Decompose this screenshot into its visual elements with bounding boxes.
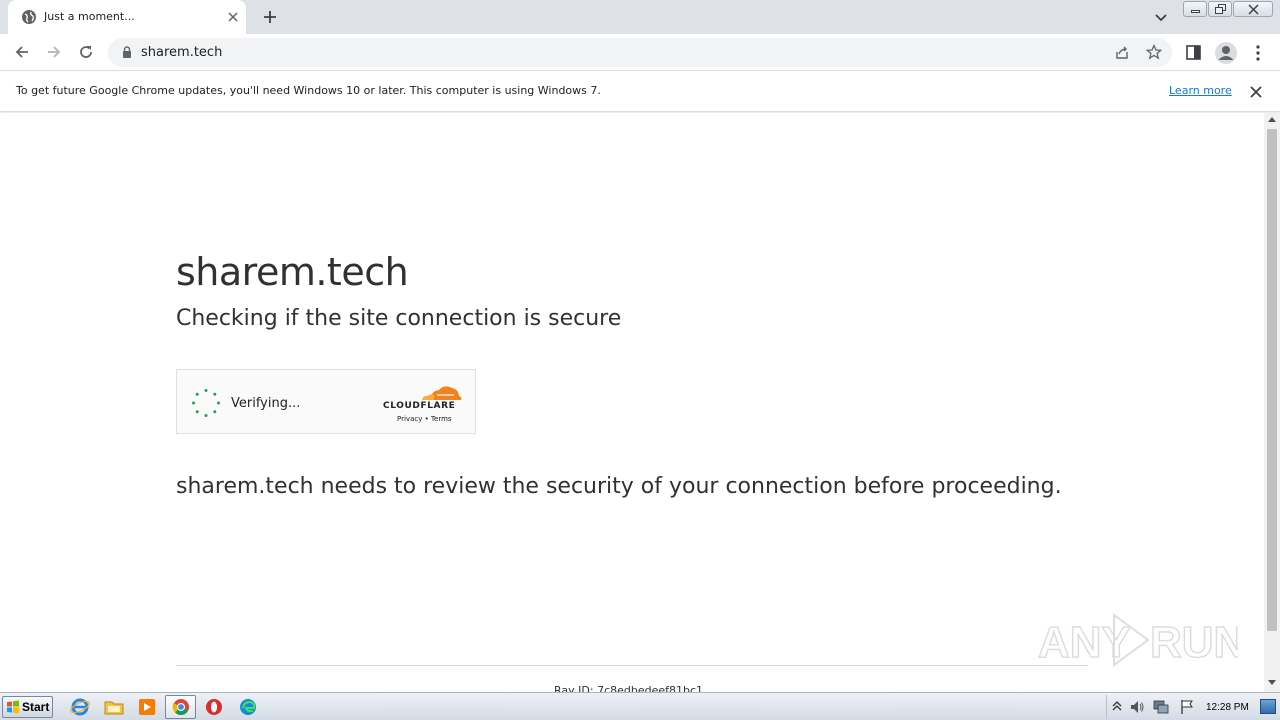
side-panel-icon[interactable]	[1185, 44, 1203, 62]
windows-taskbar: Start 12:28 PM	[0, 692, 1280, 720]
browser-toolbar: sharem.tech	[0, 34, 1280, 71]
share-icon[interactable]	[1114, 45, 1130, 61]
new-tab-icon[interactable]	[261, 8, 279, 26]
url-text: sharem.tech	[141, 45, 223, 60]
learn-more-link[interactable]: Learn more	[1169, 84, 1232, 97]
tab-active[interactable]: Just a moment...	[8, 0, 246, 34]
verifying-status: Verifying...	[231, 396, 301, 411]
address-bar[interactable]: sharem.tech	[108, 38, 1172, 67]
close-icon	[1248, 4, 1259, 15]
privacy-terms-links[interactable]: Privacy • Terms	[397, 415, 452, 423]
windows-flag-icon	[7, 700, 19, 714]
reload-icon[interactable]	[77, 43, 95, 61]
tray-expand-icon[interactable]	[1112, 700, 1122, 712]
tab-close-icon[interactable]	[226, 10, 240, 24]
footer-divider	[176, 665, 1088, 666]
update-infobar: To get future Google Chrome updates, you…	[0, 72, 1280, 112]
cloudflare-challenge-widget[interactable]: Verifying... CLOUDFLARE Privacy • Terms	[176, 369, 476, 434]
system-tray	[1106, 695, 1280, 719]
infobar-close-icon[interactable]	[1249, 85, 1263, 99]
start-label: Start	[22, 700, 50, 714]
svg-text:RUN: RUN	[1150, 618, 1238, 667]
volume-icon[interactable]	[1129, 699, 1145, 715]
chrome-icon	[172, 699, 189, 715]
internet-explorer-icon[interactable]	[69, 697, 91, 717]
infobar-message: To get future Google Chrome updates, you…	[16, 84, 601, 97]
scrollbar-thumb[interactable]	[1267, 129, 1277, 631]
page-content: sharem.tech Checking if the site connect…	[0, 113, 1264, 692]
minimize-button[interactable]	[1183, 1, 1207, 17]
tab-strip: Just a moment...	[0, 0, 1280, 34]
folder-icon[interactable]	[103, 697, 125, 717]
chrome-taskbar-button[interactable]	[165, 695, 196, 719]
window-close-button[interactable]	[1233, 1, 1273, 17]
media-player-icon[interactable]	[136, 697, 158, 717]
page-scrollbar[interactable]	[1264, 113, 1280, 692]
profile-avatar-icon[interactable]	[1214, 41, 1238, 65]
scroll-down-arrow-icon[interactable]	[1268, 680, 1276, 685]
show-desktop-button[interactable]	[1260, 699, 1276, 714]
lock-icon[interactable]	[120, 45, 134, 59]
edge-icon[interactable]	[237, 697, 259, 717]
action-center-flag-icon[interactable]	[1179, 699, 1195, 715]
globe-icon	[22, 10, 36, 24]
scroll-up-arrow-icon[interactable]	[1268, 117, 1276, 122]
anyrun-watermark-icon: ANY RUN	[1038, 613, 1238, 668]
network-icon[interactable]	[1153, 699, 1169, 715]
page-title: sharem.tech	[176, 250, 409, 294]
opera-icon[interactable]	[203, 697, 225, 717]
taskbar-clock: 12:28 PM	[1206, 702, 1249, 713]
forward-arrow-icon[interactable]	[45, 43, 63, 61]
review-message: sharem.tech needs to review the security…	[176, 474, 1062, 499]
restore-button[interactable]	[1208, 1, 1232, 17]
svg-text:ANY: ANY	[1038, 618, 1131, 667]
page-subtitle: Checking if the site connection is secur…	[176, 306, 622, 331]
chevron-down-icon[interactable]	[1153, 9, 1169, 25]
ray-id: Ray ID: 7c8edbedeef81bc1	[554, 684, 704, 692]
cloudflare-brand: CLOUDFLARE	[383, 401, 456, 411]
kebab-menu-icon[interactable]	[1249, 44, 1267, 62]
spinner-icon	[192, 389, 220, 417]
back-arrow-icon[interactable]	[13, 43, 31, 61]
bookmark-star-icon[interactable]	[1146, 44, 1162, 60]
tab-title: Just a moment...	[44, 10, 135, 23]
start-button[interactable]: Start	[2, 696, 53, 718]
